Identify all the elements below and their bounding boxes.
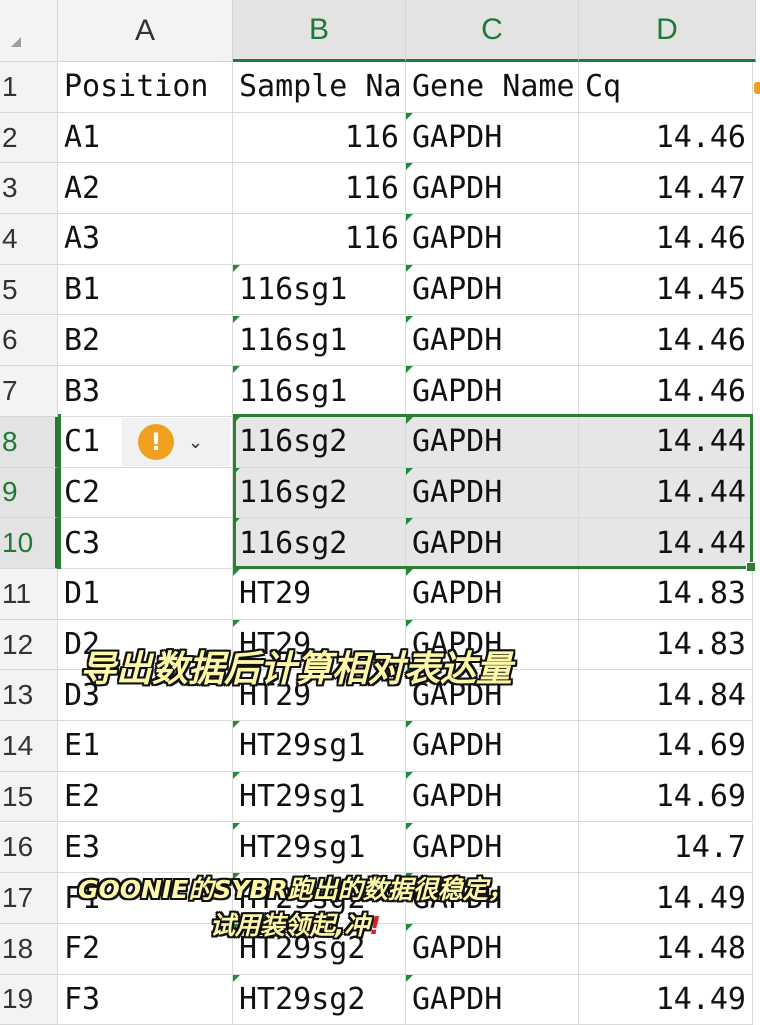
cell-a2[interactable]: A1: [58, 112, 233, 164]
row-header-17[interactable]: 17: [0, 873, 58, 924]
row-header-4[interactable]: 4: [0, 214, 58, 265]
cell-c7[interactable]: GAPDH: [406, 366, 579, 417]
cell-d6[interactable]: 14.46: [579, 315, 753, 367]
column-header-c[interactable]: C: [406, 0, 579, 62]
caption-main: 导出数据后计算相对表达量: [80, 649, 513, 690]
cell-b8[interactable]: 116sg2: [233, 416, 406, 468]
error-check-smart-tag[interactable]: ! ⌄: [122, 418, 230, 466]
column-header-b[interactable]: B: [233, 0, 406, 62]
cell-a9[interactable]: C2: [58, 467, 233, 519]
cell-a14[interactable]: E1: [58, 721, 233, 772]
header-cell-d[interactable]: Cq: [579, 62, 753, 113]
row-header-16[interactable]: 16: [0, 822, 58, 874]
cell-a3[interactable]: A2: [58, 163, 233, 215]
caption-exclamation-mark: !: [369, 911, 381, 940]
select-all-corner[interactable]: [0, 0, 58, 62]
cell-a16[interactable]: E3: [58, 822, 233, 874]
cell-d4[interactable]: 14.46: [579, 214, 753, 265]
cell-b7[interactable]: 116sg1: [233, 366, 406, 417]
cell-c19[interactable]: GAPDH: [406, 974, 579, 1025]
caption-sub-line2-text: 试用装领起,冲: [209, 911, 370, 940]
row-header-5[interactable]: 5: [0, 264, 58, 316]
spreadsheet-grid[interactable]: A B C D 1 Position Sample Na Gene Name Cq 2 A1 116 G…: [0, 0, 760, 1025]
exclamation-circle-icon[interactable]: !: [138, 424, 174, 460]
cell-a19[interactable]: F3: [58, 974, 233, 1025]
column-header-d[interactable]: D: [579, 0, 756, 62]
cell-d15[interactable]: 14.69: [579, 771, 753, 823]
cell-c4[interactable]: GAPDH: [406, 214, 579, 265]
row-header-10[interactable]: 10: [0, 518, 58, 569]
cell-b10[interactable]: 116sg2: [233, 518, 406, 569]
cell-b6[interactable]: 116sg1: [233, 315, 406, 367]
cell-a4[interactable]: A3: [58, 214, 233, 265]
cell-c10[interactable]: GAPDH: [406, 518, 579, 569]
row-header-13[interactable]: 13: [0, 670, 58, 722]
row-header-2[interactable]: 2: [0, 112, 58, 164]
cell-a10[interactable]: C3: [58, 518, 233, 569]
row-header-9[interactable]: 9: [0, 467, 58, 519]
cell-b5[interactable]: 116sg1: [233, 264, 406, 316]
cell-b3[interactable]: 116: [233, 163, 406, 215]
cell-a5[interactable]: B1: [58, 264, 233, 316]
cell-b4[interactable]: 116: [233, 214, 406, 265]
caption-sub: GOONIE的SYBR跑出的数据很稳定， 试用装领起,冲!: [78, 872, 513, 944]
cell-a6[interactable]: B2: [58, 315, 233, 367]
cell-d18[interactable]: 14.48: [579, 923, 753, 975]
row-header-11[interactable]: 11: [0, 569, 58, 620]
select-all-triangle-icon: [11, 37, 21, 47]
cell-d12[interactable]: 14.83: [579, 619, 753, 671]
header-cell-b[interactable]: Sample Na: [233, 62, 406, 113]
cell-d14[interactable]: 14.69: [579, 721, 753, 772]
row-header-12[interactable]: 12: [0, 619, 58, 671]
cell-d2[interactable]: 14.46: [579, 112, 753, 164]
cell-c11[interactable]: GAPDH: [406, 569, 579, 620]
cell-b15[interactable]: HT29sg1: [233, 771, 406, 823]
row-header-3[interactable]: 3: [0, 163, 58, 215]
row-header-8[interactable]: 8: [0, 416, 58, 468]
caption-sub-line2: 试用装领起,冲!: [78, 908, 513, 944]
row-header-15[interactable]: 15: [0, 771, 58, 823]
cell-c6[interactable]: GAPDH: [406, 315, 579, 367]
row-header-1[interactable]: 1: [0, 62, 58, 113]
cell-d17[interactable]: 14.49: [579, 873, 753, 924]
cell-b14[interactable]: HT29sg1: [233, 721, 406, 772]
cell-d16[interactable]: 14.7: [579, 822, 753, 874]
cell-c14[interactable]: GAPDH: [406, 721, 579, 772]
header-cell-c[interactable]: Gene Name: [406, 62, 579, 113]
cell-a11[interactable]: D1: [58, 569, 233, 620]
cell-c2[interactable]: GAPDH: [406, 112, 579, 164]
cell-d5[interactable]: 14.45: [579, 264, 753, 316]
row-header-14[interactable]: 14: [0, 721, 58, 772]
cell-c9[interactable]: GAPDH: [406, 467, 579, 519]
cell-d11[interactable]: 14.83: [579, 569, 753, 620]
caption-sub-line1: GOONIE的SYBR跑出的数据很稳定，: [78, 875, 513, 904]
cell-d19[interactable]: 14.49: [579, 974, 753, 1025]
chevron-down-icon[interactable]: ⌄: [188, 432, 203, 453]
cell-a15[interactable]: E2: [58, 771, 233, 823]
cell-b2[interactable]: 116: [233, 112, 406, 164]
cell-a7[interactable]: B3: [58, 366, 233, 417]
row-header-18[interactable]: 18: [0, 923, 58, 975]
cell-b9[interactable]: 116sg2: [233, 467, 406, 519]
cell-b11[interactable]: HT29: [233, 569, 406, 620]
cell-c8[interactable]: GAPDH: [406, 416, 579, 468]
cell-c5[interactable]: GAPDH: [406, 264, 579, 316]
cell-c16[interactable]: GAPDH: [406, 822, 579, 874]
row-header-19[interactable]: 19: [0, 974, 58, 1025]
cell-d13[interactable]: 14.84: [579, 670, 753, 722]
cell-d9[interactable]: 14.44: [579, 467, 753, 519]
cell-d3[interactable]: 14.47: [579, 163, 753, 215]
cell-b16[interactable]: HT29sg1: [233, 822, 406, 874]
row-header-6[interactable]: 6: [0, 315, 58, 367]
cell-c3[interactable]: GAPDH: [406, 163, 579, 215]
offscreen-indicator-icon: [754, 82, 760, 94]
cell-d8[interactable]: 14.44: [579, 416, 753, 468]
cell-b19[interactable]: HT29sg2: [233, 974, 406, 1025]
cell-c15[interactable]: GAPDH: [406, 771, 579, 823]
cell-d10[interactable]: 14.44: [579, 518, 753, 569]
row-header-7[interactable]: 7: [0, 366, 58, 417]
cell-d7[interactable]: 14.46: [579, 366, 753, 417]
header-cell-a[interactable]: Position: [58, 62, 233, 113]
column-header-a[interactable]: A: [58, 0, 233, 62]
